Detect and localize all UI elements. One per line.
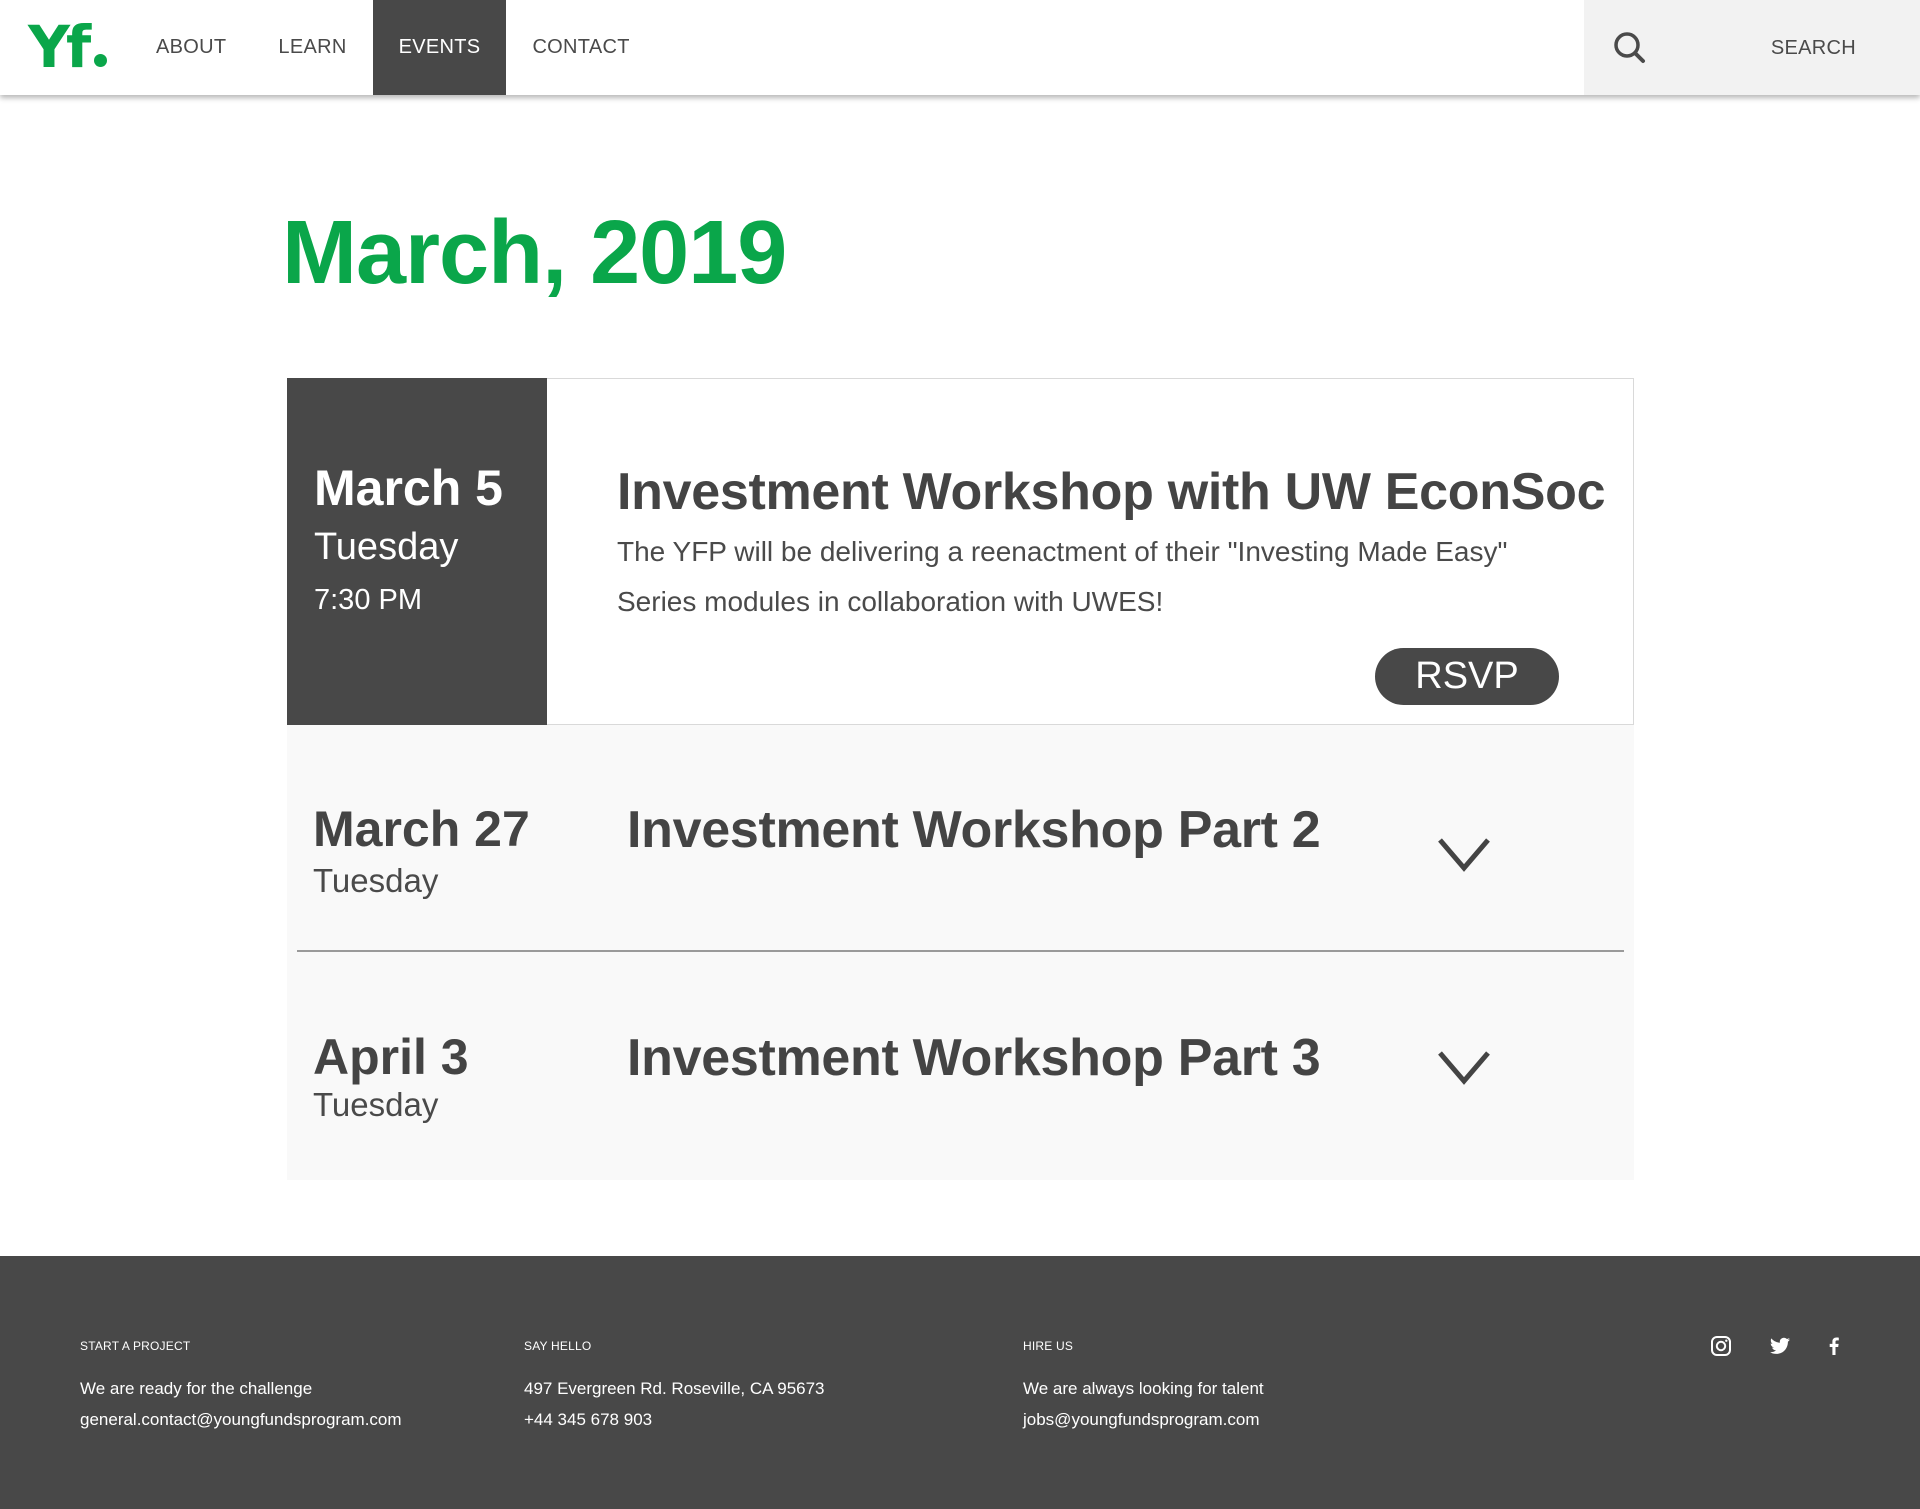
nav-events[interactable]: EVENTS [372, 0, 507, 95]
twitter-icon[interactable] [1768, 1334, 1792, 1358]
site-logo[interactable]: Yf [28, 13, 108, 81]
event-title: Investment Workshop Part 2 [627, 801, 1321, 859]
events-list: March 5 Tuesday 7:30 PM Investment Works… [287, 378, 1634, 1180]
search-label: SEARCH [1770, 37, 1856, 59]
chevron-down-icon[interactable] [1437, 1050, 1491, 1086]
footer-column-project: START A PROJECT We are ready for the cha… [80, 1338, 402, 1435]
facebook-icon[interactable] [1822, 1334, 1846, 1358]
page-title: March, 2019 [282, 203, 787, 303]
nav-contact[interactable]: CONTACT [506, 0, 655, 95]
footer-text: We are always looking for talent [1023, 1379, 1264, 1398]
footer-email-link[interactable]: general.contact@youngfundsprogram.com [80, 1404, 402, 1435]
event-description: The YFP will be delivering a reenactment… [617, 536, 1508, 617]
search-icon[interactable] [1612, 30, 1648, 66]
event-card-expanded: March 5 Tuesday 7:30 PM Investment Works… [287, 378, 1634, 725]
footer-heading: SAY HELLO [524, 1339, 592, 1353]
event-weekday: Tuesday [313, 1086, 439, 1123]
event-date-box: March 5 Tuesday 7:30 PM [287, 378, 547, 725]
event-title: Investment Workshop Part 3 [627, 1029, 1321, 1087]
event-weekday: Tuesday [314, 526, 459, 568]
footer-phone[interactable]: +44 345 678 903 [524, 1404, 825, 1435]
footer-heading: HIRE US [1023, 1339, 1074, 1353]
site-header: Yf ABOUT LEARN EVENTS CONTACT SEARCH [0, 0, 1920, 95]
footer-text: We are ready for the challenge [80, 1379, 313, 1398]
footer-address: 497 Evergreen Rd. Roseville, CA 95673 [524, 1379, 825, 1398]
search-box[interactable]: SEARCH [1584, 0, 1920, 95]
footer-heading: START A PROJECT [80, 1339, 191, 1353]
footer-email-link[interactable]: jobs@youngfundsprogram.com [1023, 1404, 1264, 1435]
chevron-down-icon[interactable] [1437, 837, 1491, 873]
logo-dot [94, 54, 108, 67]
event-date: March 27 [313, 801, 530, 857]
main-nav: ABOUT LEARN EVENTS CONTACT [130, 0, 656, 95]
event-date: March 5 [314, 460, 503, 516]
logo-text: Yf [28, 13, 91, 81]
event-title: Investment Workshop with UW EconSoc [617, 463, 1606, 521]
instagram-icon[interactable] [1709, 1334, 1733, 1358]
event-row-collapsed[interactable]: March 27 Tuesday Investment Workshop Par… [287, 725, 1634, 952]
nav-learn[interactable]: LEARN [252, 0, 372, 95]
rsvp-button[interactable]: RSVP [1375, 648, 1559, 705]
footer-column-hire: HIRE US We are always looking for talent… [1023, 1338, 1264, 1435]
event-weekday: Tuesday [313, 862, 439, 899]
nav-about[interactable]: ABOUT [130, 0, 252, 95]
event-time: 7:30 PM [314, 584, 422, 616]
site-footer: START A PROJECT We are ready for the cha… [0, 1256, 1920, 1509]
footer-column-hello: SAY HELLO 497 Evergreen Rd. Roseville, C… [524, 1338, 825, 1435]
event-date: April 3 [313, 1029, 469, 1085]
event-row-collapsed[interactable]: April 3 Tuesday Investment Workshop Part… [287, 952, 1634, 1180]
